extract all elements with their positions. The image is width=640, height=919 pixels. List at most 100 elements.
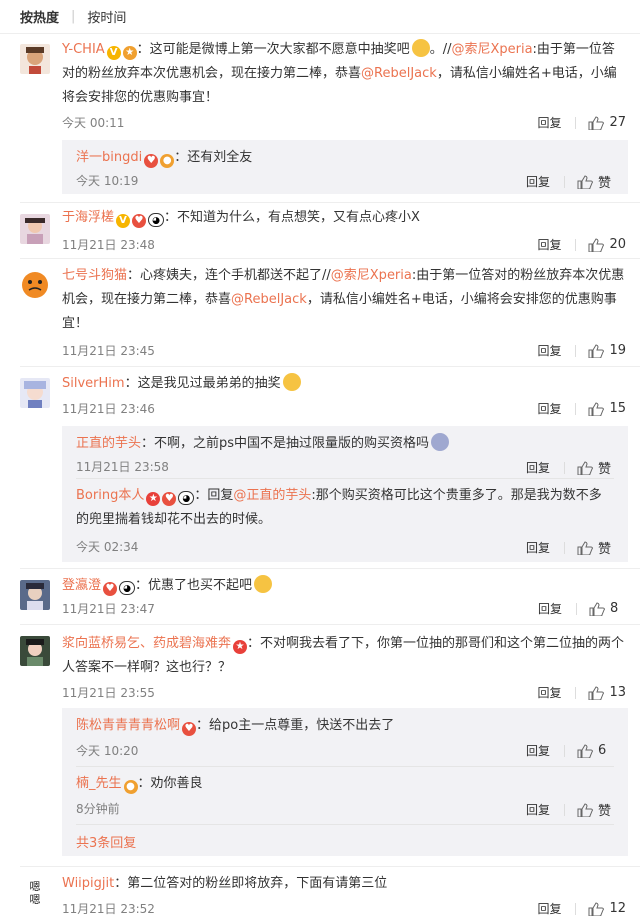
thumbs-up-icon[interactable]	[577, 743, 593, 758]
thumbs-up-icon[interactable]	[577, 460, 593, 475]
reply-button[interactable]: 回复	[537, 400, 561, 417]
sub-replies: 正直的芋头：不啊，之前ps中国不是抽过限量版的购买资格吗 11月21日 23:5…	[62, 426, 628, 562]
mention-link[interactable]: @RebelJack	[361, 66, 437, 81]
action-divider	[575, 402, 577, 415]
medal-icon: ●	[123, 780, 138, 794]
sub-reply-body: ：给po主一点尊重，快送不出去了	[196, 718, 395, 733]
mention-link[interactable]: @RebelJack	[231, 292, 307, 307]
thumbs-up-icon[interactable]	[588, 237, 605, 252]
like-label: 赞	[598, 176, 612, 191]
comment-text: Wiipigjit：第二位答对的粉丝即将放弃，下面有请第三位	[62, 872, 626, 896]
thumbs-up-icon[interactable]	[589, 601, 605, 616]
comment-text: SilverHim：这是我见过最弟弟的抽奖	[62, 372, 626, 396]
action-divider	[564, 541, 565, 554]
comment-body: ：心疼姨夫，连个手机都送不起了//	[127, 268, 331, 283]
username[interactable]: 登瀛澄	[62, 578, 101, 593]
fan-badge-icon: ♥	[132, 214, 147, 228]
like-label: 赞	[598, 804, 612, 819]
comment-actions: 回复 8	[538, 600, 626, 617]
comment-time: 11月21日 23:45	[62, 344, 155, 358]
thumbs-up-icon[interactable]	[577, 174, 593, 189]
reply-button[interactable]: 回复	[537, 684, 561, 701]
sort-bar: 按热度 | 按时间	[0, 0, 640, 34]
comment-body-2: 。//	[429, 42, 452, 57]
divider	[20, 866, 640, 867]
reply-button[interactable]: 回复	[526, 801, 550, 818]
sub-reply-text: 洋一bingdi ♥ ● ：还有刘全友	[76, 146, 614, 170]
username[interactable]: SilverHim	[62, 376, 125, 391]
comment-body: ：这可能是微博上第一次大家都不愿意中抽奖吧	[136, 42, 410, 57]
sub-reply-actions: 回复 赞	[526, 800, 614, 819]
comment-body: ：优惠了也买不起吧	[135, 578, 253, 593]
avatar[interactable]	[20, 270, 50, 300]
panda-icon: ◕	[178, 491, 195, 505]
action-divider	[564, 803, 565, 816]
reply-button[interactable]: 回复	[526, 539, 550, 556]
thumbs-up-icon[interactable]	[577, 802, 593, 817]
avatar[interactable]	[20, 378, 50, 408]
more-replies-link[interactable]: 共3条回复	[76, 832, 136, 851]
reply-button[interactable]: 回复	[537, 342, 561, 359]
avatar[interactable]	[20, 580, 50, 610]
sub-divider	[76, 478, 614, 479]
comment-actions: 回复 15	[537, 400, 626, 417]
avatar-image-icon	[20, 378, 50, 408]
comment-text: Y-CHIA V ★ ：这可能是微博上第一次大家都不愿意中抽奖吧 。//@索尼Xperi…	[62, 38, 626, 110]
sort-by-hot[interactable]: 按热度	[20, 7, 59, 26]
thumbs-up-icon[interactable]	[588, 343, 605, 358]
reply-button[interactable]: 回复	[526, 459, 550, 476]
reply-button[interactable]: 回复	[526, 173, 550, 190]
sub-reply-time: 今天 02:34	[76, 540, 139, 554]
comment-actions: 回复 20	[537, 236, 626, 253]
sort-by-time[interactable]: 按时间	[87, 7, 126, 26]
divider	[20, 366, 640, 367]
avatar[interactable]	[20, 44, 50, 74]
thumbs-up-icon[interactable]	[588, 901, 605, 916]
username[interactable]: Boring本人	[76, 488, 144, 503]
thumbs-up-icon[interactable]	[588, 115, 605, 130]
comment-item: 七号斗狗猫：心疼姨夫，连个手机都送不起了//@索尼Xperia:由于第一位答对的…	[0, 260, 640, 364]
thumbs-up-icon[interactable]	[577, 540, 593, 555]
comment-text: 浆向蓝桥易乞、药成碧海难奔 ★ ：不对啊我去看了下，你第一位抽的那哥们和这个第二位抽…	[62, 632, 626, 680]
comment-body: ：第二位答对的粉丝即将放弃，下面有请第三位	[114, 876, 388, 891]
mention-link[interactable]: @索尼Xperia	[331, 268, 412, 283]
action-divider	[575, 344, 577, 357]
mention-link[interactable]: @索尼Xperia	[451, 42, 532, 57]
fan-badge-icon: ♥	[162, 492, 177, 506]
sub-replies: 陈松青青青青松啊 ♥ ：给po主一点尊重，快送不出去了 今天 10:20 回复 6 …	[62, 708, 628, 856]
svg-text:嗯: 嗯	[30, 893, 41, 906]
comment-item: 于海浮槎 V ♥ ◕ ：不知道为什么，有点想笑，又有点心疼小X 11月21日 23:48…	[0, 204, 640, 254]
star-badge-icon: ★	[233, 640, 248, 654]
username[interactable]: 楠_先生	[76, 776, 122, 791]
username[interactable]: 正直的芋头	[76, 436, 141, 451]
avatar-image-icon	[20, 636, 50, 666]
reply-button[interactable]: 回复	[537, 114, 561, 131]
username[interactable]: 于海浮槎	[62, 210, 114, 225]
thumbs-up-icon[interactable]	[588, 401, 605, 416]
username[interactable]: 陈松青青青青松啊	[76, 718, 180, 733]
username[interactable]: Y-CHIA	[62, 42, 105, 57]
username[interactable]: 洋一bingdi	[76, 150, 142, 165]
avatar[interactable]	[20, 214, 50, 244]
verified-icon: V	[116, 214, 131, 228]
username[interactable]: 浆向蓝桥易乞、药成碧海难奔	[62, 636, 231, 651]
like-count: 8	[610, 601, 619, 616]
sub-reply-body: ：不啊，之前ps中国不是抽过限量版的购买资格吗	[141, 436, 430, 451]
mention-link[interactable]: @正直的芋头	[233, 488, 311, 503]
reply-button[interactable]: 回复	[537, 900, 561, 917]
reply-button[interactable]: 回复	[538, 600, 562, 617]
reply-button[interactable]: 回复	[537, 236, 561, 253]
reply-button[interactable]: 回复	[526, 742, 550, 759]
like-label: 赞	[598, 462, 612, 477]
username[interactable]: Wiipigjit	[62, 876, 114, 891]
action-divider	[575, 116, 577, 129]
sub-reply-time: 今天 10:20	[76, 744, 139, 758]
comment-item: 嗯嗯 Wiipigjit：第二位答对的粉丝即将放弃，下面有请第三位 11月21日…	[0, 868, 640, 919]
username[interactable]: 七号斗狗猫	[62, 268, 127, 283]
thumbs-up-icon[interactable]	[588, 685, 605, 700]
avatar[interactable]: 嗯嗯	[20, 876, 50, 906]
sub-reply-time: 11月21日 23:58	[76, 460, 169, 474]
comment-time: 11月21日 23:48	[62, 238, 155, 252]
avatar[interactable]	[20, 636, 50, 666]
sub-reply-actions: 回复 赞	[526, 538, 614, 557]
